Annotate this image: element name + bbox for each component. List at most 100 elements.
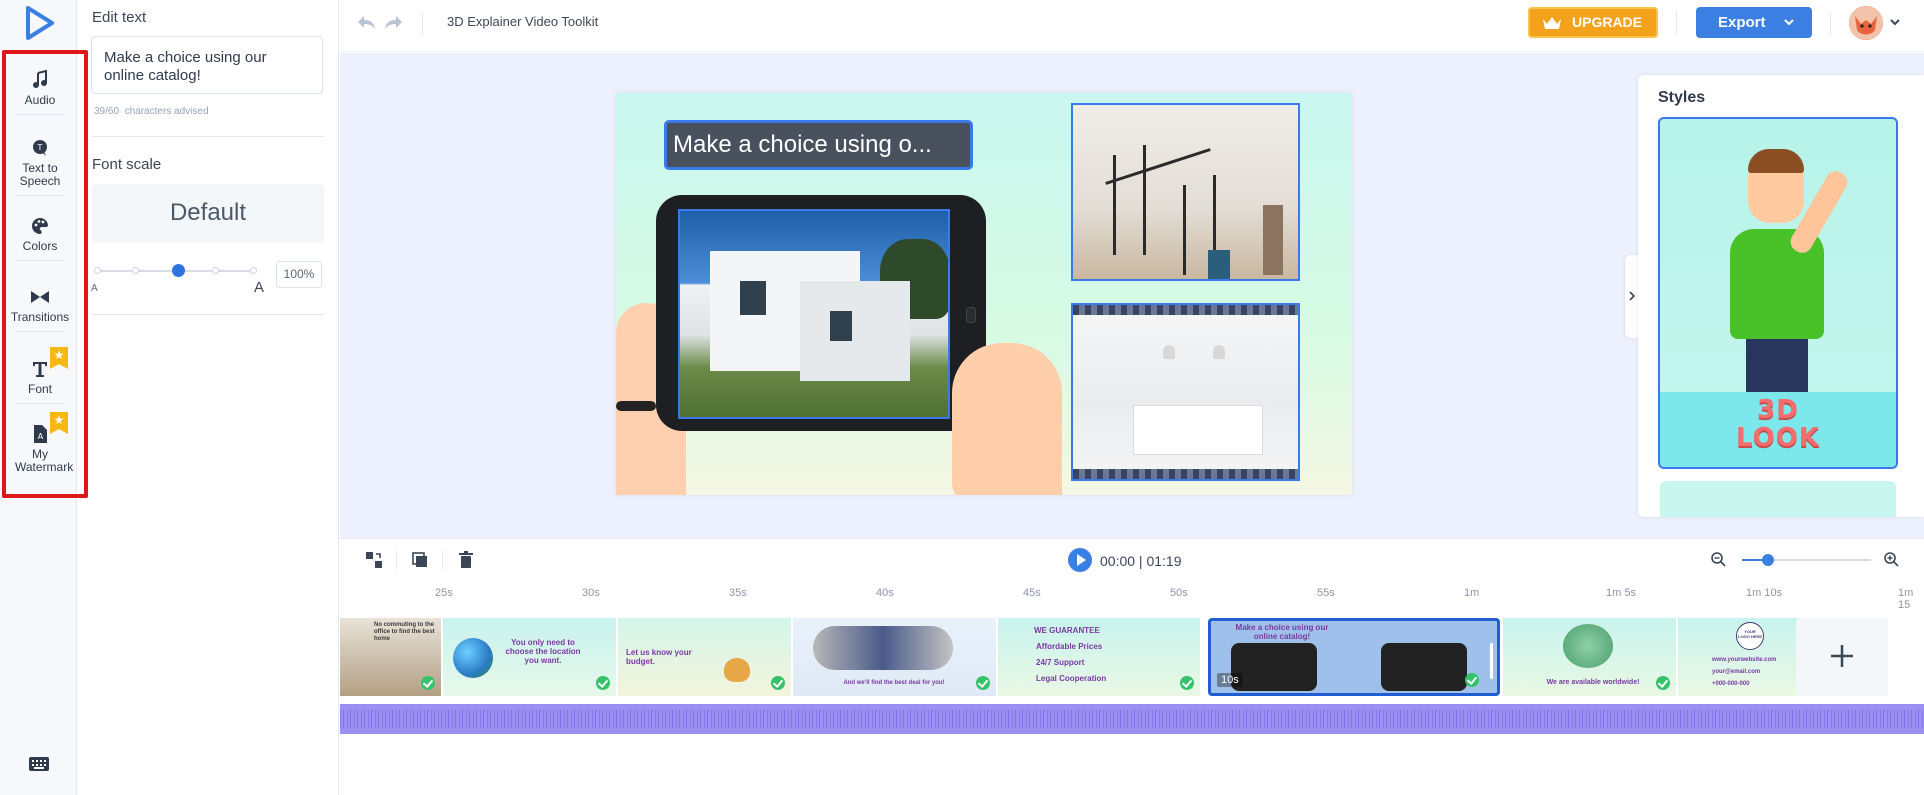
export-label: Export [1718,14,1766,31]
character-hair [1748,149,1804,173]
project-title[interactable]: 3D Explainer Video Toolkit [447,14,598,29]
divider [14,260,66,261]
stair-railing [1113,155,1116,255]
export-button[interactable]: Export [1696,7,1812,38]
keyboard-icon[interactable] [28,756,50,772]
rail-item-label: Font [27,382,52,396]
rail-item-label: Audio [24,93,56,107]
styles-title: Styles [1658,89,1706,106]
slide-preview[interactable]: Make a choice using o... [616,93,1352,495]
tablet-image [656,195,986,431]
scene-thumbnail-selected[interactable]: Make a choice using our online catalog! … [1208,618,1500,696]
staircase-photo[interactable] [1071,103,1300,281]
split-scene-icon[interactable] [364,550,384,570]
styles-collapse-tab[interactable] [1625,255,1639,338]
timeline-ruler[interactable]: 25s 30s 35s 40s 45s 50s 55s 1m 1m 5s 1m … [340,583,1924,611]
scene-thumbnail[interactable]: No commuting to the office to find the b… [340,618,442,696]
edit-text-input[interactable]: Make a choice using our online catalog! [91,36,323,94]
svg-text:T: T [37,143,43,152]
divider [92,314,324,315]
rail-item-font[interactable]: ★ Font [6,347,74,404]
zoom-out-icon[interactable] [1710,551,1726,567]
zoom-in-icon[interactable] [1883,551,1899,567]
divider [442,551,443,569]
style-card-label-line2: LOOK [1736,423,1820,453]
play-button[interactable] [1068,548,1092,572]
scene-caption: WE GUARANTEE [1034,626,1100,635]
avatar[interactable] [1849,6,1883,40]
painting-image [1208,250,1230,279]
logo-placeholder-text: YOUR LOGO HERE [1738,629,1763,639]
kitchen-photo[interactable] [1071,303,1300,481]
money-bag-image [724,658,750,682]
divider [1830,12,1831,34]
char-count-value: 39/60 [94,106,120,117]
tablet-thumbnail-image [1381,643,1467,691]
scene-thumbnail[interactable]: WE GUARANTEE Affordable Prices 24/7 Supp… [998,618,1201,696]
zoom-slider-thumb[interactable] [1762,554,1774,566]
font-icon [33,362,47,377]
tablet-screen-photo[interactable] [678,209,950,419]
slide-text-element[interactable]: Make a choice using o... [664,120,973,170]
handshake-image [813,626,953,670]
chevron-down-icon [1784,19,1794,26]
trash-icon[interactable] [456,550,476,570]
font-scale-percent-input[interactable]: 100% [276,261,322,288]
style-card-label: 3D LOOK [1660,392,1896,467]
rail-item-audio[interactable]: Audio [6,70,74,115]
divider [396,551,397,569]
style-card-next[interactable] [1660,481,1896,517]
font-scale-slider-thumb[interactable] [172,264,185,277]
redo-icon[interactable] [382,12,404,32]
scene-thumbnail[interactable]: You only need to choose the location you… [443,618,617,696]
text-to-speech-icon: T [33,140,47,156]
ruler-tick-label: 1m 5s [1606,587,1636,599]
pendant-light [1213,345,1225,359]
rail-item-text-to-speech[interactable]: T Text to Speech [6,138,74,196]
scene-thumbnail[interactable]: We are available worldwide! [1503,618,1677,696]
chevron-down-icon[interactable] [1890,18,1900,26]
scene-thumbnail[interactable]: Let us know your budget. [618,618,792,696]
rail-item-transitions[interactable]: Transitions [6,287,74,332]
duplicate-icon[interactable] [410,550,430,570]
scene-caption: And we'll find the best deal for you! [843,680,945,686]
ruler-tick-label: 1m 10s [1746,587,1783,599]
tablet-thumbnail-image [1231,643,1317,691]
ruler-tick-label: 25s [435,587,453,599]
style-card-3d-look[interactable]: 3D LOOK [1658,117,1898,469]
add-scene-button[interactable] [1796,618,1888,696]
stair-railing [1183,185,1186,275]
audio-track[interactable] [340,704,1924,734]
window-image [740,281,766,315]
scene-list-item: 24/7 Support [1036,658,1085,667]
window-image [830,311,852,341]
panel-title: Edit text [92,9,147,26]
scene-caption: You only need to choose the location you… [505,638,581,665]
divider [92,136,324,137]
tablet-button [966,307,976,323]
scene-thumbnail[interactable]: And we'll find the best deal for you! [793,618,997,696]
undo-icon[interactable] [356,12,378,32]
rail-item-colors[interactable]: Colors [6,216,74,261]
wristband-image [616,401,656,411]
font-scale-label: Font scale [92,156,162,173]
kitchen-island [1133,405,1263,455]
door-image [1263,205,1283,275]
chevron-right-icon [1629,291,1636,301]
scene-complete-check-icon [771,676,785,690]
app-logo-icon[interactable] [24,6,54,40]
char-count-suffix: characters advised [124,106,209,117]
left-tool-rail: Audio T Text to Speech Colors Transition… [0,0,77,795]
style-card-label-line1: 3D [1757,395,1799,425]
upgrade-button[interactable]: UPGRADE [1528,7,1658,38]
scene-caption: Let us know your budget. [626,648,692,666]
ruler-tick-label: 1m 15 [1898,587,1914,611]
scene-resize-handle[interactable] [1490,643,1493,679]
rail-item-my-watermark[interactable]: ★ A My Watermark [6,412,74,474]
ruler-tick-label: 30s [582,587,600,599]
scene-list-item: Legal Cooperation [1036,674,1107,683]
premium-badge: ★ [50,347,68,369]
ruler-tick-label: 1m [1464,587,1480,599]
scene-caption: Make a choice using our online catalog! [1235,623,1329,641]
plus-icon [1831,645,1853,667]
